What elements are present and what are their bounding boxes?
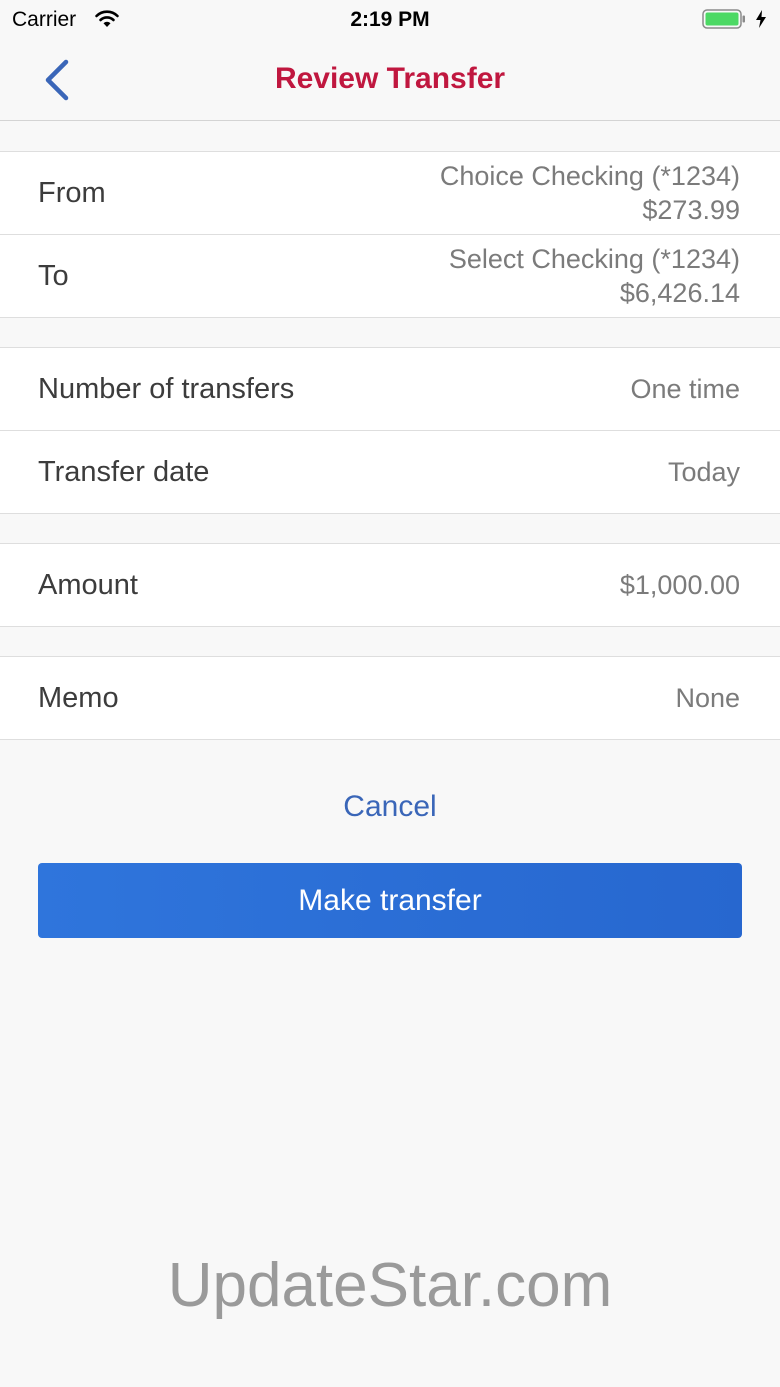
from-account-name: Choice Checking (*1234): [439, 161, 740, 191]
amount-group: Amount $1,000.00: [0, 543, 780, 627]
status-bar: Carrier 2:19 PM: [0, 0, 780, 40]
watermark: UpdateStar.com: [167, 1251, 613, 1320]
page-title: Review Transfer: [274, 62, 506, 95]
schedule-group: Number of transfers One time Transfer da…: [0, 347, 780, 514]
number-of-transfers-row: Number of transfers One time: [0, 348, 780, 431]
make-transfer-button[interactable]: Make transfer: [38, 863, 742, 938]
transfer-date-value: Today: [667, 457, 740, 487]
from-row: From Choice Checking (*1234) $273.99: [0, 152, 780, 235]
memo-value: None: [675, 683, 740, 713]
from-label: From: [38, 177, 106, 209]
from-value: Choice Checking (*1234) $273.99: [440, 159, 740, 227]
transfer-date-row: Transfer date Today: [0, 431, 780, 513]
number-of-transfers-label: Number of transfers: [38, 373, 295, 405]
to-account-name: Select Checking (*1234): [448, 244, 740, 274]
to-row: To Select Checking (*1234) $6,426.14: [0, 235, 780, 317]
status-time: 2:19 PM: [350, 8, 430, 31]
cancel-button[interactable]: Cancel: [0, 790, 780, 824]
amount-label: Amount: [38, 569, 138, 601]
to-value: Select Checking (*1234) $6,426.14: [449, 242, 740, 310]
navigation-bar: Review Transfer: [0, 40, 780, 121]
charging-bolt-icon: [756, 10, 766, 28]
from-account-balance: $273.99: [642, 195, 740, 225]
to-label: To: [38, 260, 69, 292]
battery-icon: [702, 9, 745, 29]
to-account-balance: $6,426.14: [619, 278, 740, 308]
number-of-transfers-value: One time: [630, 374, 740, 404]
amount-row: Amount $1,000.00: [0, 544, 780, 626]
memo-label: Memo: [38, 682, 119, 714]
memo-group: Memo None: [0, 656, 780, 740]
transfer-date-label: Transfer date: [38, 456, 210, 488]
amount-value: $1,000.00: [619, 570, 740, 600]
accounts-group: From Choice Checking (*1234) $273.99 To …: [0, 151, 780, 318]
memo-row: Memo None: [0, 657, 780, 739]
